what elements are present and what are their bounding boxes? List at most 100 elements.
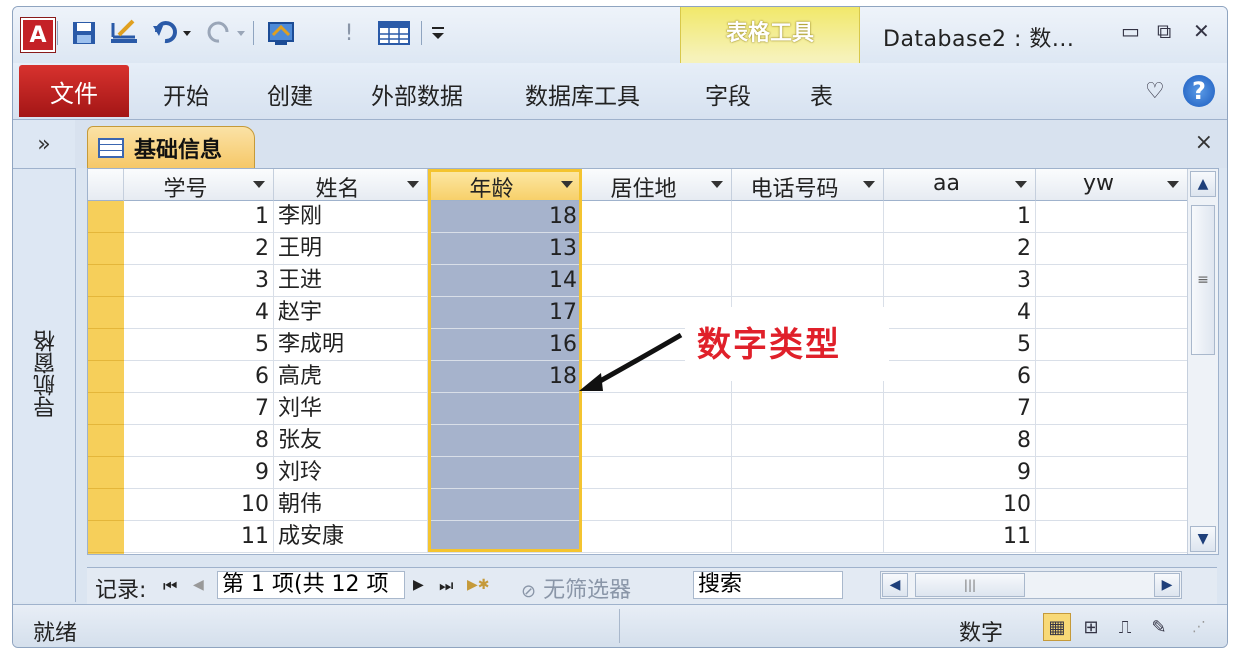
table-cell-aa[interactable]: 9 — [884, 457, 1036, 489]
table-cell-yw[interactable] — [1036, 329, 1188, 361]
chevron-down-icon[interactable] — [561, 181, 573, 188]
table-cell-age[interactable] — [428, 521, 582, 553]
close-document-button[interactable]: × — [1195, 130, 1213, 155]
tab-external-data[interactable]: 外部数据 — [371, 77, 463, 111]
chevron-down-icon[interactable] — [1167, 181, 1179, 188]
col-header-address[interactable]: 居住地 — [582, 169, 732, 202]
table-cell-age[interactable] — [428, 457, 582, 489]
record-selector[interactable] — [88, 297, 124, 329]
record-selector[interactable] — [88, 457, 124, 489]
record-selector[interactable] — [88, 553, 124, 554]
table-cell-addr[interactable] — [582, 457, 732, 489]
last-record-button[interactable]: ⏭ — [439, 576, 453, 596]
table-cell-tel[interactable] — [732, 201, 884, 233]
first-record-button[interactable]: ⏮ — [163, 576, 177, 596]
table-cell-addr[interactable] — [582, 201, 732, 233]
table-cell-aa[interactable]: 8 — [884, 425, 1036, 457]
col-header-name[interactable]: 姓名 — [274, 169, 428, 202]
minimize-ribbon-icon[interactable]: ♡ — [1145, 79, 1165, 104]
scroll-thumb[interactable]: ||| — [915, 573, 1025, 597]
table-cell-name[interactable]: 李成明 — [274, 329, 428, 361]
table-cell-tel[interactable] — [732, 489, 884, 521]
record-selector[interactable] — [88, 265, 124, 297]
nav-toggle-button[interactable]: » — [13, 120, 75, 169]
table-cell-age[interactable]: 18 — [428, 201, 582, 233]
table-cell-age[interactable] — [428, 393, 582, 425]
tab-table[interactable]: 表 — [810, 77, 833, 111]
table-cell-yw[interactable] — [1036, 425, 1188, 457]
table-cell-age[interactable] — [428, 489, 582, 521]
next-record-button[interactable]: ▶ — [413, 577, 424, 593]
table-cell-name[interactable]: 刘华 — [274, 393, 428, 425]
table-cell-addr[interactable] — [582, 521, 732, 553]
table-cell-name[interactable]: 成安康 — [274, 521, 428, 553]
table-cell-yw[interactable] — [1036, 233, 1188, 265]
table-cell-age[interactable]: 18 — [428, 361, 582, 393]
tab-database-tools[interactable]: 数据库工具 — [525, 77, 640, 111]
record-selector[interactable] — [88, 233, 124, 265]
scroll-thumb[interactable]: ≡ — [1191, 205, 1215, 355]
table-cell-name[interactable]: 高虎 — [274, 361, 428, 393]
select-all-corner[interactable] — [88, 169, 124, 201]
prev-record-button[interactable]: ◀ — [193, 577, 204, 593]
undo-icon[interactable] — [149, 17, 195, 49]
table-cell-name[interactable]: 刘玲 — [274, 457, 428, 489]
table-cell-aa[interactable]: 11 — [884, 521, 1036, 553]
table-cell-id[interactable]: 1 — [124, 201, 274, 233]
table-cell-yw[interactable] — [1036, 361, 1188, 393]
new-record-button[interactable]: ▶✱ — [467, 577, 490, 593]
table-icon[interactable] — [375, 17, 413, 49]
scroll-down-icon[interactable]: ▼ — [1190, 526, 1216, 552]
table-cell-name[interactable]: 朝伟 — [274, 489, 428, 521]
table-cell-tel[interactable] — [732, 233, 884, 265]
restore-button[interactable]: ⧉ — [1157, 19, 1171, 43]
table-cell-aa[interactable]: 5 — [884, 329, 1036, 361]
table-cell-age[interactable]: 13 — [428, 233, 582, 265]
table-cell-id[interactable]: 6 — [124, 361, 274, 393]
col-header-aa[interactable]: aa — [884, 169, 1036, 201]
col-header-yw[interactable]: yw — [1036, 169, 1188, 201]
table-cell-id[interactable]: 9 — [124, 457, 274, 489]
table-cell-addr[interactable] — [582, 425, 732, 457]
table-cell-yw[interactable] — [1036, 201, 1188, 233]
table-cell-tel[interactable] — [732, 265, 884, 297]
save-icon[interactable] — [69, 17, 99, 49]
table-cell-addr[interactable] — [582, 393, 732, 425]
datasheet-view-icon[interactable]: ▦ — [1043, 613, 1071, 641]
table-cell-addr[interactable] — [582, 265, 732, 297]
pivottable-view-icon[interactable]: ⊞ — [1077, 613, 1105, 641]
record-selector[interactable] — [88, 521, 124, 553]
view-icon[interactable] — [265, 17, 299, 49]
scroll-left-icon[interactable]: ◀ — [882, 573, 908, 597]
table-cell-tel[interactable] — [732, 521, 884, 553]
chevron-down-icon[interactable] — [1015, 181, 1027, 188]
table-cell-yw[interactable] — [1036, 393, 1188, 425]
pivotchart-view-icon[interactable]: ⎍ — [1111, 613, 1139, 641]
table-cell-age[interactable]: 14 — [428, 265, 582, 297]
table-cell-name[interactable]: 李刚 — [274, 201, 428, 233]
search-input[interactable]: 搜索 — [693, 571, 843, 599]
record-position-field[interactable]: 第 1 项(共 12 项 — [217, 571, 405, 599]
table-cell-name[interactable]: 王进 — [274, 265, 428, 297]
file-tab[interactable]: 文件 — [19, 65, 129, 117]
table-cell-tel[interactable] — [732, 425, 884, 457]
table-cell-addr[interactable] — [582, 489, 732, 521]
chevron-down-icon[interactable] — [711, 181, 723, 188]
tab-fields[interactable]: 字段 — [705, 77, 751, 111]
record-selector[interactable] — [88, 329, 124, 361]
table-cell-id[interactable]: 3 — [124, 265, 274, 297]
table-cell-tel[interactable] — [732, 457, 884, 489]
table-cell-aa[interactable]: 7 — [884, 393, 1036, 425]
nav-pane-label[interactable]: 导航窗格 — [31, 330, 63, 418]
table-cell-yw[interactable] — [1036, 265, 1188, 297]
col-header-age[interactable]: 年龄 — [428, 169, 582, 202]
chevron-down-icon[interactable] — [407, 181, 419, 188]
table-cell-aa[interactable]: 3 — [884, 265, 1036, 297]
table-cell-name[interactable]: 赵宇 — [274, 297, 428, 329]
table-cell-age[interactable] — [428, 425, 582, 457]
chevron-down-icon[interactable] — [253, 181, 265, 188]
table-cell-id[interactable]: 5 — [124, 329, 274, 361]
record-selector[interactable] — [88, 393, 124, 425]
record-selector[interactable] — [88, 201, 124, 233]
table-cell-name[interactable]: 王明 — [274, 233, 428, 265]
